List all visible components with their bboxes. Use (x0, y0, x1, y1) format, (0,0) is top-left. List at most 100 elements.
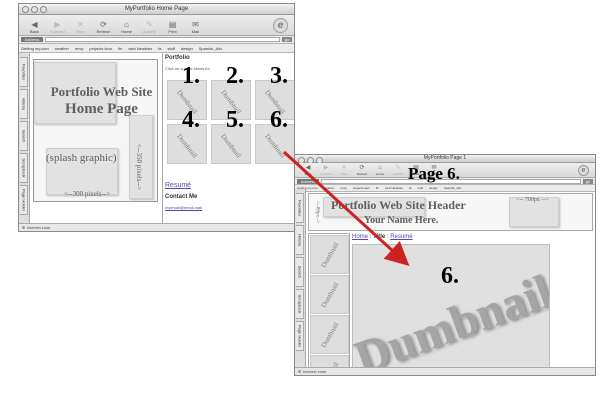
toolbar-button-label: Mail (191, 29, 200, 34)
autofill-icon: ✎ (146, 20, 153, 29)
globe-icon (22, 226, 25, 229)
status-bar: Internet zone (295, 367, 595, 375)
email-link[interactable]: myemail@email.mail (165, 205, 202, 210)
side-tab-scrapbook[interactable]: Scrapbook (296, 289, 304, 319)
toolbar-home-button[interactable]: ⌂ Home (371, 165, 389, 176)
toolbar-button-label: Stop (340, 172, 348, 176)
favorite-link[interactable]: weather (55, 46, 69, 51)
favorite-link[interactable]: fin (118, 46, 122, 51)
toolbar-refresh-button[interactable]: ⟳ Refresh (353, 165, 371, 176)
address-label: Address (21, 37, 43, 42)
favorite-link[interactable]: envy (75, 46, 83, 51)
toolbar-button-label: Back (304, 172, 312, 176)
toolbar-refresh-button[interactable]: ⟳ Refresh (92, 20, 115, 34)
breadcrumb-resume-link[interactable]: Resumé (390, 234, 412, 240)
forward-arrow-icon: ▶ (54, 20, 61, 29)
toolbar-stop-button[interactable]: ✕ Stop (69, 20, 92, 34)
side-tab-favorites[interactable]: Favorites (296, 193, 304, 223)
side-tab-label: Page Holder (21, 188, 26, 212)
explorer-logo-icon: e (273, 18, 288, 33)
status-bar: Internet zone (19, 223, 294, 231)
portfolio-panel: Portfolio Click on a page below for Dumb… (162, 53, 294, 224)
breadcrumb-home-link[interactable]: Home (352, 234, 368, 240)
address-label: Address (297, 179, 319, 184)
page-annotation: Page 6. (408, 164, 460, 183)
window-title: MyPortfolio Home Page (124, 6, 189, 12)
side-tab-favorites[interactable]: Favorites (20, 57, 28, 87)
side-tab-search[interactable]: Search (296, 257, 304, 287)
forward-arrow-icon: ▶ (323, 165, 329, 171)
side-tab-label: Favorites (21, 63, 26, 81)
status-text: Internet zone (303, 369, 327, 374)
toolbar-autofill-button[interactable]: ✎ AutoFill (138, 20, 161, 34)
toolbar-back-button[interactable]: ◀ Back (299, 165, 317, 176)
toolbar-button-label: Refresh (96, 29, 111, 34)
side-tab-label: Search (297, 265, 302, 279)
thumbnail-label: Dumbnail (319, 280, 340, 309)
sidebar-thumbnail[interactable]: Dumbnail (310, 235, 349, 274)
toolbar-home-button[interactable]: ⌂ Home (115, 20, 138, 34)
resume-link[interactable]: Resumé (165, 182, 191, 189)
breadcrumb-title: Title (373, 234, 386, 240)
portfolio-page-content: <--80px--> Portfolio Web Site Header You… (305, 189, 595, 375)
favorite-link[interactable]: Getting my.com (21, 46, 49, 51)
side-tab-page-holder[interactable]: Page Holder (20, 185, 28, 215)
favorite-link[interactable]: fa (158, 46, 161, 51)
favorite-link[interactable]: design (181, 46, 193, 51)
go-button[interactable]: go (583, 179, 593, 184)
toolbar-print-button[interactable]: ▤ Print (161, 20, 184, 34)
side-tab-scrapbook[interactable]: Scrapbook (20, 153, 28, 183)
thumbnail-number: 3. (270, 63, 288, 89)
thumbnail-number: 2. (226, 63, 244, 89)
side-tab-label: History (297, 233, 302, 247)
portfolio-page-window: MyPortfolio Page 1 ◀ Back ▶ Forward ✕ Stop ⟳ Re… (294, 154, 596, 376)
favorite-link[interactable]: Spanish_Adv (199, 46, 223, 51)
home-page-content: Portfolio Web Site Home Page (splash gra… (29, 53, 294, 224)
portfolio-home-window: MyPortfolio Home Page ◀ Back ▶ Forward ✕ Stop… (18, 3, 295, 232)
toolbar-back-button[interactable]: ◀ Back (23, 20, 46, 34)
go-button[interactable]: go (282, 37, 292, 42)
favorites-bar: Getting my.com weather envy projects leon fi… (19, 44, 294, 53)
header-height-label: <--80px--> (314, 200, 320, 224)
favorite-link[interactable]: projects leon (89, 46, 112, 51)
sidebar-thumbnail[interactable]: Dumbnail (310, 275, 349, 314)
side-tab-history[interactable]: History (296, 225, 304, 255)
print-icon: ▤ (168, 20, 177, 29)
side-tab-search[interactable]: Search (20, 121, 28, 151)
favorite-link[interactable]: web Newbies (128, 46, 152, 51)
window-title: MyPortfolio Page 1 (423, 155, 467, 161)
home-icon: ⌂ (124, 20, 129, 29)
autofill-icon: ✎ (395, 165, 401, 171)
splash-graphic-label: (splash graphic) (46, 152, 117, 164)
splash-area: Portfolio Web Site Home Page (splash gra… (33, 59, 158, 202)
back-arrow-icon: ◀ (31, 20, 38, 29)
site-subtitle: Home Page (65, 101, 138, 117)
window-title-bar: MyPortfolio Page 1 (295, 155, 595, 164)
thumbnail-label: Dumbnail (175, 132, 199, 160)
toolbar-forward-button[interactable]: ▶ Forward (317, 165, 335, 176)
address-input[interactable] (45, 37, 280, 42)
back-arrow-icon: ◀ (305, 165, 311, 171)
toolbar-button-label: AutoFill (142, 29, 157, 34)
toolbar-autofill-button[interactable]: ✎ AutoFill (389, 165, 407, 176)
home-icon: ⌂ (378, 165, 382, 171)
toolbar-stop-button[interactable]: ✕ Stop (335, 165, 353, 176)
sidebar-thumbnail[interactable]: Dumbnail (310, 315, 349, 354)
toolbar-button-label: Home (375, 172, 384, 176)
toolbar-button-label: Back (30, 29, 39, 34)
side-tab-page-holder[interactable]: Page Holder (296, 321, 304, 351)
side-tab-label: Page Holder (297, 324, 302, 348)
globe-icon (298, 370, 301, 373)
side-tab-label: History (21, 97, 26, 111)
side-tab-history[interactable]: History (20, 89, 28, 119)
thumbnail-label: Dumbnail (319, 240, 340, 269)
thumbnail-number: 4. (182, 107, 200, 133)
side-tab-label: Scrapbook (21, 158, 26, 178)
thumbnail-label: Dumbnail (319, 320, 340, 349)
page-number-label: 6. (441, 263, 459, 289)
toolbar-mail-button[interactable]: ✉ Mail (184, 20, 207, 34)
favorite-link[interactable]: stuff (167, 46, 175, 51)
toolbar-button-label: AutoFill (392, 172, 403, 176)
portfolio-heading: Portfolio (165, 55, 190, 61)
toolbar-forward-button[interactable]: ▶ Forward (46, 20, 69, 34)
